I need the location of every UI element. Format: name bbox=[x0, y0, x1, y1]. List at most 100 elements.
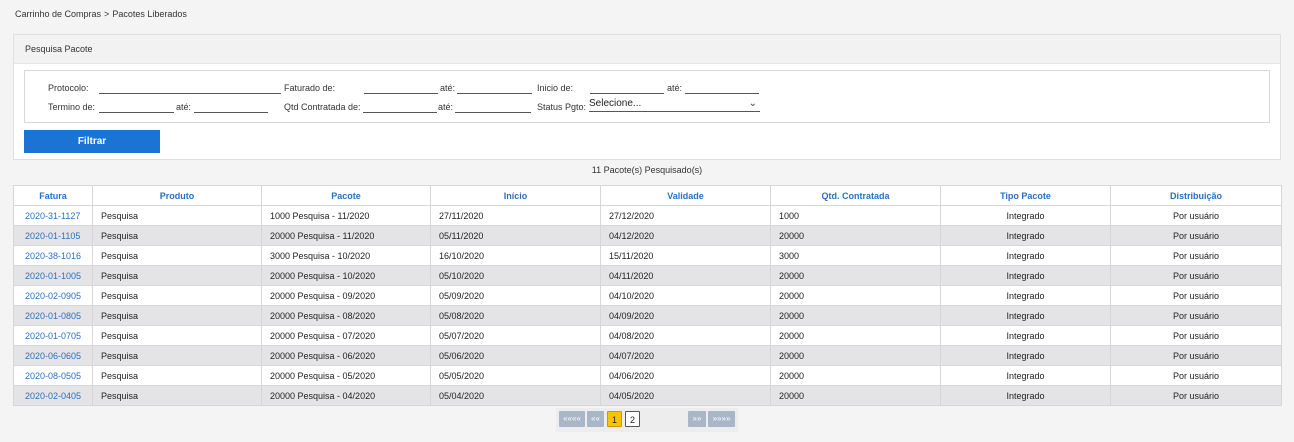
prev-page-button[interactable]: «« bbox=[587, 411, 604, 427]
produto-cell: Pesquisa bbox=[92, 265, 262, 286]
filter-button[interactable]: Filtrar bbox=[24, 130, 160, 153]
status-select[interactable]: Selecione... ⌄ bbox=[589, 98, 760, 112]
column-header-distribuicao[interactable]: Distribuição bbox=[1110, 185, 1282, 206]
first-page-button[interactable]: «««« bbox=[559, 411, 585, 427]
pacote-cell: 3000 Pesquisa - 10/2020 bbox=[261, 245, 431, 266]
protocolo-input[interactable] bbox=[99, 82, 281, 94]
next-page-button[interactable]: »» bbox=[688, 411, 706, 427]
produto-cell: Pesquisa bbox=[92, 365, 262, 386]
status-label: Status Pgto: bbox=[537, 102, 587, 112]
tipo-pacote-cell: Integrado bbox=[940, 225, 1111, 246]
table-row[interactable]: 2020-01-0705 Pesquisa 20000 Pesquisa - 07/… bbox=[13, 325, 1282, 346]
fatura-cell[interactable]: 2020-01-0805 bbox=[13, 305, 93, 326]
qtd-contratada-cell: 20000 bbox=[770, 305, 941, 326]
table-row[interactable]: 2020-08-0505 Pesquisa 20000 Pesquisa - 05/… bbox=[13, 365, 1282, 386]
faturado-ate-label: até: bbox=[440, 83, 456, 93]
fatura-cell[interactable]: 2020-01-1105 bbox=[13, 225, 93, 246]
inicio-cell: 05/06/2020 bbox=[430, 345, 601, 366]
column-header-produto[interactable]: Produto bbox=[92, 185, 262, 206]
pacote-cell: 20000 Pesquisa - 09/2020 bbox=[261, 285, 431, 306]
table-row[interactable]: 2020-38-1016 Pesquisa 3000 Pesquisa - 10/2… bbox=[13, 245, 1282, 266]
qtd-contratada-cell: 20000 bbox=[770, 265, 941, 286]
pacote-cell: 20000 Pesquisa - 11/2020 bbox=[261, 225, 431, 246]
qtd-contratada-cell: 20000 bbox=[770, 285, 941, 306]
validade-cell: 04/11/2020 bbox=[600, 265, 771, 286]
fatura-cell[interactable]: 2020-02-0405 bbox=[13, 385, 93, 406]
inicio-ate-label: até: bbox=[667, 83, 683, 93]
fatura-cell[interactable]: 2020-01-1005 bbox=[13, 265, 93, 286]
inicio-cell: 27/11/2020 bbox=[430, 205, 601, 226]
table-row[interactable]: 2020-06-0605 Pesquisa 20000 Pesquisa - 06/… bbox=[13, 345, 1282, 366]
distribuicao-cell: Por usuário bbox=[1110, 305, 1282, 326]
pacote-cell: 20000 Pesquisa - 04/2020 bbox=[261, 385, 431, 406]
breadcrumb-parent[interactable]: Carrinho de Compras bbox=[15, 9, 101, 19]
column-header-inicio[interactable]: Início bbox=[430, 185, 601, 206]
distribuicao-cell: Por usuário bbox=[1110, 285, 1282, 306]
qtd-from-input[interactable] bbox=[363, 101, 437, 113]
filter-panel: Pesquisa Pacote Protocolo: Faturado de: … bbox=[13, 34, 1281, 160]
fatura-cell[interactable]: 2020-02-0905 bbox=[13, 285, 93, 306]
protocolo-label: Protocolo: bbox=[48, 83, 89, 93]
filter-fields: Protocolo: Faturado de: até: Inicio de: … bbox=[24, 70, 1270, 123]
fatura-cell[interactable]: 2020-01-0705 bbox=[13, 325, 93, 346]
inicio-cell: 16/10/2020 bbox=[430, 245, 601, 266]
inicio-from-input[interactable] bbox=[590, 82, 664, 94]
table-row[interactable]: 2020-01-1105 Pesquisa 20000 Pesquisa - 11/… bbox=[13, 225, 1282, 246]
distribuicao-cell: Por usuário bbox=[1110, 265, 1282, 286]
qtd-contratada-cell: 20000 bbox=[770, 225, 941, 246]
inicio-to-input[interactable] bbox=[685, 82, 759, 94]
results-table: Fatura Produto Pacote Início Validade Qt… bbox=[13, 185, 1282, 406]
breadcrumb-current: Pacotes Liberados bbox=[112, 9, 187, 19]
qtd-to-input[interactable] bbox=[455, 101, 531, 113]
page-2-button[interactable]: 2 bbox=[625, 411, 640, 427]
column-header-fatura[interactable]: Fatura bbox=[13, 185, 93, 206]
termino-ate-label: até: bbox=[176, 102, 192, 112]
column-header-tipo-pacote[interactable]: Tipo Pacote bbox=[940, 185, 1111, 206]
pacote-cell: 20000 Pesquisa - 06/2020 bbox=[261, 345, 431, 366]
distribuicao-cell: Por usuário bbox=[1110, 365, 1282, 386]
inicio-cell: 05/08/2020 bbox=[430, 305, 601, 326]
termino-label: Termino de: bbox=[48, 102, 96, 112]
faturado-from-input[interactable] bbox=[364, 82, 438, 94]
column-header-pacote[interactable]: Pacote bbox=[261, 185, 431, 206]
inicio-cell: 05/11/2020 bbox=[430, 225, 601, 246]
fatura-cell[interactable]: 2020-38-1016 bbox=[13, 245, 93, 266]
produto-cell: Pesquisa bbox=[92, 385, 262, 406]
termino-from-input[interactable] bbox=[99, 101, 174, 113]
breadcrumb-separator: > bbox=[104, 9, 110, 19]
qtd-contratada-cell: 20000 bbox=[770, 325, 941, 346]
produto-cell: Pesquisa bbox=[92, 205, 262, 226]
termino-to-input[interactable] bbox=[194, 101, 268, 113]
pagination: «««« «« 1 2 »» »»»» bbox=[556, 408, 738, 432]
table-row[interactable]: 2020-01-0805 Pesquisa 20000 Pesquisa - 08/… bbox=[13, 305, 1282, 326]
fatura-cell[interactable]: 2020-31-1127 bbox=[13, 205, 93, 226]
tipo-pacote-cell: Integrado bbox=[940, 345, 1111, 366]
table-row[interactable]: 2020-02-0405 Pesquisa 20000 Pesquisa - 04/… bbox=[13, 385, 1282, 406]
last-page-button[interactable]: »»»» bbox=[708, 411, 735, 427]
fatura-cell[interactable]: 2020-08-0505 bbox=[13, 365, 93, 386]
distribuicao-cell: Por usuário bbox=[1110, 385, 1282, 406]
pacote-cell: 20000 Pesquisa - 10/2020 bbox=[261, 265, 431, 286]
tipo-pacote-cell: Integrado bbox=[940, 385, 1111, 406]
qtd-contratada-cell: 20000 bbox=[770, 365, 941, 386]
distribuicao-cell: Por usuário bbox=[1110, 345, 1282, 366]
status-select-value: Selecione... bbox=[589, 98, 642, 109]
column-header-validade[interactable]: Validade bbox=[600, 185, 771, 206]
distribuicao-cell: Por usuário bbox=[1110, 225, 1282, 246]
distribuicao-cell: Por usuário bbox=[1110, 245, 1282, 266]
table-row[interactable]: 2020-31-1127 Pesquisa 1000 Pesquisa - 11/2… bbox=[13, 205, 1282, 226]
inicio-cell: 05/04/2020 bbox=[430, 385, 601, 406]
table-row[interactable]: 2020-01-1005 Pesquisa 20000 Pesquisa - 10/… bbox=[13, 265, 1282, 286]
produto-cell: Pesquisa bbox=[92, 225, 262, 246]
validade-cell: 04/05/2020 bbox=[600, 385, 771, 406]
faturado-to-input[interactable] bbox=[457, 82, 532, 94]
tipo-pacote-cell: Integrado bbox=[940, 245, 1111, 266]
inicio-cell: 05/09/2020 bbox=[430, 285, 601, 306]
qtd-contratada-cell: 1000 bbox=[770, 205, 941, 226]
table-row[interactable]: 2020-02-0905 Pesquisa 20000 Pesquisa - 09/… bbox=[13, 285, 1282, 306]
breadcrumb: Carrinho de Compras > Pacotes Liberados bbox=[15, 9, 190, 19]
validade-cell: 04/06/2020 bbox=[600, 365, 771, 386]
fatura-cell[interactable]: 2020-06-0605 bbox=[13, 345, 93, 366]
page-1-button[interactable]: 1 bbox=[607, 411, 622, 427]
column-header-qtd-contratada[interactable]: Qtd. Contratada bbox=[770, 185, 941, 206]
